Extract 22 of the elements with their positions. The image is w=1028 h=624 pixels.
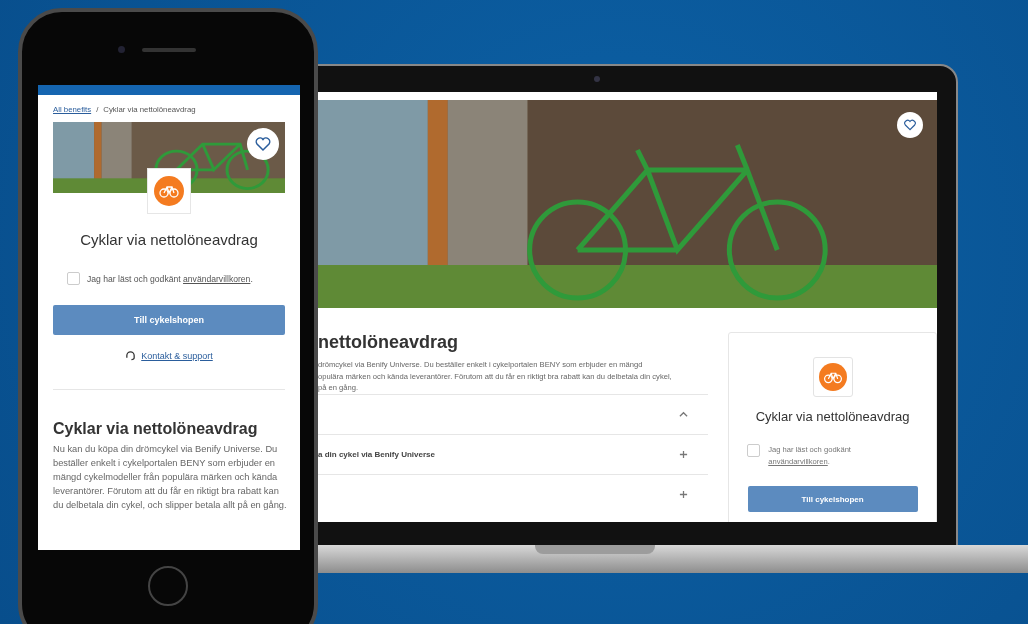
heart-icon	[903, 118, 917, 132]
shop-button[interactable]: Till cykelshopen	[747, 486, 918, 512]
page-title: nettolöneavdrag	[318, 332, 460, 353]
terms-checkbox[interactable]	[747, 444, 761, 457]
section-text: Nu kan du köpa din drömcykel via Benify Universe. Du beställer enkelt i cykelportalen BENY som erbjuder en mängd cykelmodeller från populära märken och kända leverantörer. Förutom att du får en riktigt bra rabatt kan du delbetala din cykel, och slipper betala allt på en gång.	[53, 443, 288, 512]
support-link[interactable]: Kontakt & support	[141, 350, 213, 361]
accordion-label: a din cykel via Benify Universe	[318, 449, 435, 459]
shop-button[interactable]: Till cykelshopen	[53, 305, 285, 335]
terms-checkbox[interactable]	[67, 272, 80, 285]
benefit-title: Cyklar via nettolöneavdrag	[79, 231, 259, 248]
accordion-row[interactable]: a din cykel via Benify Universe	[318, 433, 709, 474]
speaker-grille	[142, 48, 196, 52]
terms-text: Jag har läst och godkänt användarvillkoren.	[87, 273, 253, 284]
headset-icon	[125, 350, 137, 361]
webcam	[594, 76, 600, 82]
bicycle-tile-icon	[147, 168, 191, 214]
bicycle-tile-icon	[812, 357, 853, 397]
section-heading: Cyklar via nettolöneavdrag	[53, 420, 259, 438]
front-camera	[118, 46, 125, 53]
home-button[interactable]	[148, 566, 188, 606]
heart-icon	[254, 135, 272, 153]
card-title: Cyklar via nettolöneavdrag	[755, 409, 910, 424]
